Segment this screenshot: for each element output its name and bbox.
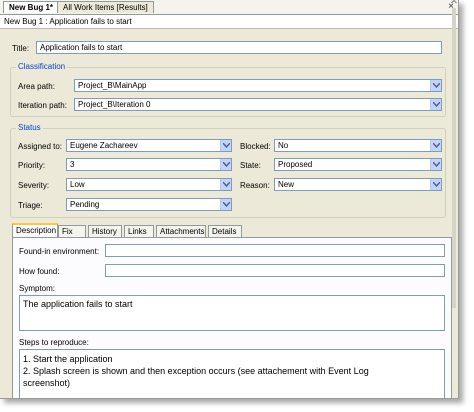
tab-details[interactable]: Details xyxy=(208,225,242,237)
state-combo[interactable]: Proposed xyxy=(274,158,442,171)
document-tab-strip: New Bug 1* All Work Items [Results] × xyxy=(0,0,458,15)
iteration-path-label: Iteration path: xyxy=(18,101,67,110)
area-path-value: Project_B\MainApp xyxy=(78,81,147,90)
state-label: State: xyxy=(240,161,261,170)
found-in-label: Found-in environment: xyxy=(19,247,100,256)
chevron-down-icon[interactable] xyxy=(220,199,231,210)
reason-combo[interactable]: New xyxy=(274,178,442,191)
tab-history[interactable]: History xyxy=(88,225,122,237)
title-label: Title: xyxy=(12,44,30,53)
blocked-label: Blocked: xyxy=(240,142,271,151)
symptom-text: The application fails to start xyxy=(23,299,133,309)
tab-description[interactable]: Description xyxy=(12,223,58,237)
area-path-combo[interactable]: Project_B\MainApp xyxy=(74,79,442,92)
blocked-value: No xyxy=(278,141,289,150)
steps-line: 2. Splash screen is shown and then excep… xyxy=(23,366,369,376)
work-item-window: New Bug 1* All Work Items [Results] × Ne… xyxy=(0,0,459,399)
tab-links[interactable]: Links xyxy=(124,225,154,237)
reason-label: Reason: xyxy=(240,181,270,190)
chevron-down-icon[interactable] xyxy=(220,159,231,170)
chevron-down-icon[interactable] xyxy=(220,140,231,151)
priority-label: Priority: xyxy=(18,161,46,170)
iteration-path-combo[interactable]: Project_B\Iteration 0 xyxy=(74,98,442,111)
blocked-combo[interactable]: No xyxy=(274,139,442,152)
steps-line: screenshot) xyxy=(23,378,71,388)
status-heading: Status xyxy=(16,123,43,132)
how-found-input[interactable] xyxy=(105,264,445,277)
chevron-down-icon[interactable] xyxy=(220,179,231,190)
details-tab-strip: Description Fix History Links Attachment… xyxy=(12,223,452,237)
chevron-down-icon[interactable] xyxy=(430,159,441,170)
steps-line: 1. Start the application xyxy=(23,354,113,364)
work-item-header: New Bug 1 : Application fails to start xyxy=(0,15,458,29)
symptom-label: Symptom: xyxy=(19,284,56,293)
title-input[interactable]: Application fails to start xyxy=(36,41,442,54)
chevron-down-icon[interactable] xyxy=(430,99,441,110)
doc-tab-new-bug[interactable]: New Bug 1* xyxy=(3,1,60,13)
chevron-down-icon[interactable] xyxy=(430,80,441,91)
window-scrollbar[interactable] xyxy=(451,0,457,398)
severity-combo[interactable]: Low xyxy=(66,178,232,191)
steps-label: Steps to reproduce: xyxy=(19,338,89,347)
tab-fix[interactable]: Fix xyxy=(58,225,86,237)
symptom-textarea[interactable]: The application fails to start xyxy=(19,295,445,331)
triage-combo[interactable]: Pending xyxy=(66,198,232,211)
description-panel: Found-in environment: How found: Symptom… xyxy=(12,237,452,398)
tab-attachments[interactable]: Attachments xyxy=(156,225,206,237)
doc-tab-all-work-items[interactable]: All Work Items [Results] xyxy=(57,1,154,13)
severity-value: Low xyxy=(70,180,85,189)
state-value: Proposed xyxy=(278,160,313,169)
iteration-path-value: Project_B\Iteration 0 xyxy=(78,100,151,109)
assigned-to-value: Eugene Zachareev xyxy=(70,141,138,150)
chevron-down-icon[interactable] xyxy=(430,179,441,190)
chevron-down-icon[interactable] xyxy=(430,140,441,151)
area-path-label: Area path: xyxy=(18,82,55,91)
reason-value: New xyxy=(278,180,295,189)
classification-heading: Classification xyxy=(16,62,68,71)
assigned-to-combo[interactable]: Eugene Zachareev xyxy=(66,139,232,152)
severity-label: Severity: xyxy=(18,181,50,190)
priority-combo[interactable]: 3 xyxy=(66,158,232,171)
assigned-to-label: Assigned to: xyxy=(18,142,63,151)
steps-textarea[interactable]: 1. Start the application 2. Splash scree… xyxy=(19,349,445,398)
found-in-input[interactable] xyxy=(105,244,445,257)
priority-value: 3 xyxy=(70,160,75,169)
how-found-label: How found: xyxy=(19,267,60,276)
triage-label: Triage: xyxy=(18,201,43,210)
triage-value: Pending xyxy=(70,200,100,209)
